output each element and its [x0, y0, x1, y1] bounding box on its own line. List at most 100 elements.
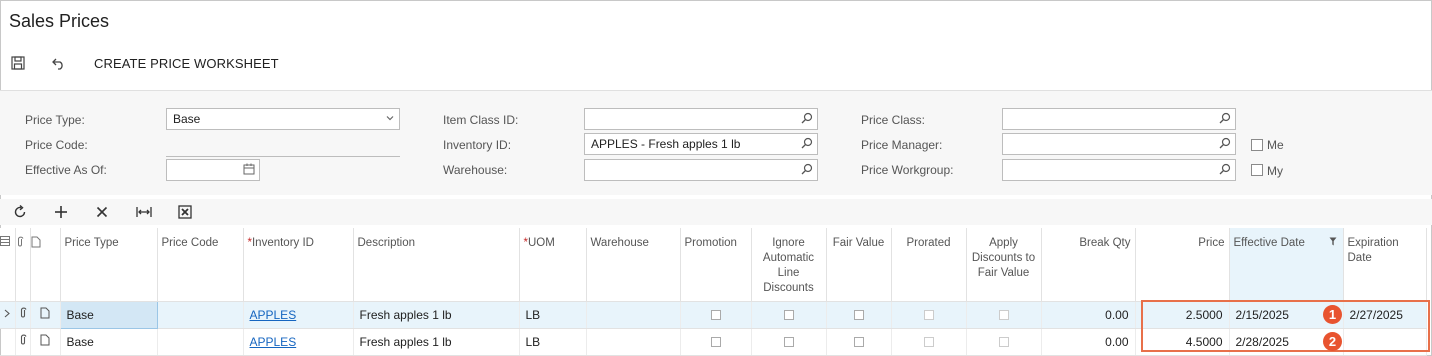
price-code-field[interactable]: [166, 156, 400, 157]
my-checkbox[interactable]: [1251, 164, 1263, 176]
cell-apply-discounts-to-fair-value[interactable]: [966, 301, 1042, 329]
main-toolbar: CREATE PRICE WORKSHEET: [0, 50, 1432, 76]
cell-promotion[interactable]: [680, 301, 752, 329]
price-type-select[interactable]: Base: [166, 108, 400, 130]
cell-fair-value[interactable]: [826, 301, 892, 329]
cell-warehouse[interactable]: [586, 328, 681, 356]
col-inventory-id[interactable]: *Inventory ID: [243, 228, 354, 302]
refresh-icon[interactable]: [10, 202, 30, 222]
filter-icon[interactable]: [1329, 236, 1337, 251]
col-break-qty[interactable]: Break Qty: [1041, 228, 1136, 302]
ignore-discounts-checkbox[interactable]: [783, 310, 794, 321]
col-price-code[interactable]: Price Code: [157, 228, 244, 302]
fit-columns-icon[interactable]: [134, 202, 154, 222]
cell-warehouse[interactable]: [586, 301, 681, 329]
col-apply-discounts-to-fair-value[interactable]: Apply Discounts to Fair Value: [966, 228, 1042, 302]
promotion-checkbox[interactable]: [710, 310, 721, 321]
col-prorated[interactable]: Prorated: [891, 228, 967, 302]
col-price[interactable]: Price: [1135, 228, 1230, 302]
cell-ignore-automatic-line-discounts[interactable]: [751, 328, 827, 356]
cell-price-code[interactable]: [157, 328, 244, 356]
col-description[interactable]: Description: [353, 228, 520, 302]
cell-uom[interactable]: LB: [519, 301, 587, 329]
price-manager-field[interactable]: [1002, 133, 1236, 155]
create-price-worksheet-button[interactable]: CREATE PRICE WORKSHEET: [94, 56, 279, 71]
add-row-icon[interactable]: [51, 202, 71, 222]
chevron-down-icon: [385, 112, 395, 126]
inventory-id-field[interactable]: APPLES - Fresh apples 1 lb: [584, 133, 818, 155]
attachment-icon[interactable]: [15, 328, 31, 356]
calendar-icon[interactable]: [243, 163, 255, 178]
col-uom[interactable]: *UOM: [519, 228, 587, 302]
cell-expiration-date[interactable]: [1343, 328, 1427, 356]
cell-prorated[interactable]: [891, 328, 967, 356]
cell-price[interactable]: 4.5000: [1135, 328, 1230, 356]
table-row[interactable]: Base APPLES Fresh apples 1 lb LB 0.00 2.…: [0, 300, 1427, 329]
cell-break-qty[interactable]: 0.00: [1041, 328, 1136, 356]
table-row[interactable]: Base APPLES Fresh apples 1 lb LB 0.00 4.…: [0, 328, 1427, 356]
search-icon[interactable]: [801, 163, 813, 178]
cell-promotion[interactable]: [680, 328, 752, 356]
cell-price-code[interactable]: [157, 301, 244, 329]
cell-description[interactable]: Fresh apples 1 lb: [353, 328, 520, 356]
fair-value-checkbox[interactable]: [853, 310, 864, 321]
row-active-indicator-icon: [0, 301, 16, 329]
price-type-label: Price Type:: [25, 113, 85, 127]
search-icon[interactable]: [801, 112, 813, 127]
save-icon[interactable]: [9, 54, 27, 72]
col-effective-date[interactable]: Effective Date: [1229, 228, 1344, 302]
inventory-id-link[interactable]: APPLES: [250, 335, 297, 349]
cell-inventory-id[interactable]: APPLES: [243, 328, 354, 356]
col-promotion[interactable]: Promotion: [680, 228, 752, 302]
item-class-id-field[interactable]: [584, 108, 818, 130]
search-icon[interactable]: [801, 137, 813, 152]
grid-toolbar: [0, 199, 1432, 225]
col-expiration-date[interactable]: Expiration Date: [1343, 228, 1427, 302]
me-label: Me: [1267, 138, 1284, 152]
cell-ignore-automatic-line-discounts[interactable]: [751, 301, 827, 329]
cell-uom[interactable]: LB: [519, 328, 587, 356]
warehouse-label: Warehouse:: [443, 163, 508, 177]
col-price-type[interactable]: Price Type: [60, 228, 158, 302]
row-indicator: [0, 328, 16, 356]
search-icon[interactable]: [1219, 163, 1231, 178]
effective-as-of-field[interactable]: [166, 159, 260, 181]
search-icon[interactable]: [1219, 137, 1231, 152]
price-manager-label: Price Manager:: [861, 138, 943, 152]
price-class-field[interactable]: [1002, 108, 1236, 130]
row-selector-header-icon[interactable]: [0, 228, 16, 302]
inventory-id-link[interactable]: APPLES: [250, 308, 297, 322]
cell-price[interactable]: 2.5000: [1135, 301, 1230, 329]
prorated-checkbox: [923, 337, 934, 348]
col-fair-value[interactable]: Fair Value: [826, 228, 892, 302]
price-workgroup-field[interactable]: [1002, 159, 1236, 181]
sales-prices-grid: Price Type Price Code *Inventory ID Desc…: [0, 228, 1427, 356]
cell-price-type[interactable]: Base: [60, 328, 158, 356]
cell-inventory-id[interactable]: APPLES: [243, 301, 354, 329]
cell-break-qty[interactable]: 0.00: [1041, 301, 1136, 329]
cell-apply-discounts-to-fair-value[interactable]: [966, 328, 1042, 356]
note-icon[interactable]: [30, 328, 61, 356]
promotion-checkbox[interactable]: [710, 337, 721, 348]
cell-prorated[interactable]: [891, 301, 967, 329]
undo-icon[interactable]: [50, 54, 68, 72]
cell-price-type[interactable]: Base: [59, 300, 158, 329]
ignore-discounts-checkbox[interactable]: [783, 337, 794, 348]
col-effective-date-label: Effective Date: [1233, 237, 1305, 249]
fair-value-checkbox[interactable]: [853, 337, 864, 348]
cell-expiration-date[interactable]: 2/27/2025: [1343, 301, 1427, 329]
attachment-icon[interactable]: [15, 301, 31, 329]
warehouse-field[interactable]: [584, 159, 818, 181]
export-excel-icon[interactable]: [175, 202, 195, 222]
price-code-label: Price Code:: [25, 138, 88, 152]
col-warehouse[interactable]: Warehouse: [586, 228, 681, 302]
me-checkbox[interactable]: [1251, 139, 1263, 151]
cell-fair-value[interactable]: [826, 328, 892, 356]
search-icon[interactable]: [1219, 112, 1231, 127]
price-class-label: Price Class:: [861, 113, 926, 127]
delete-row-icon[interactable]: [92, 202, 112, 222]
col-uom-label: UOM: [527, 237, 555, 249]
col-ignore-automatic-line-discounts[interactable]: Ignore Automatic Line Discounts: [751, 228, 827, 302]
note-icon[interactable]: [30, 301, 61, 329]
cell-description[interactable]: Fresh apples 1 lb: [353, 301, 520, 329]
